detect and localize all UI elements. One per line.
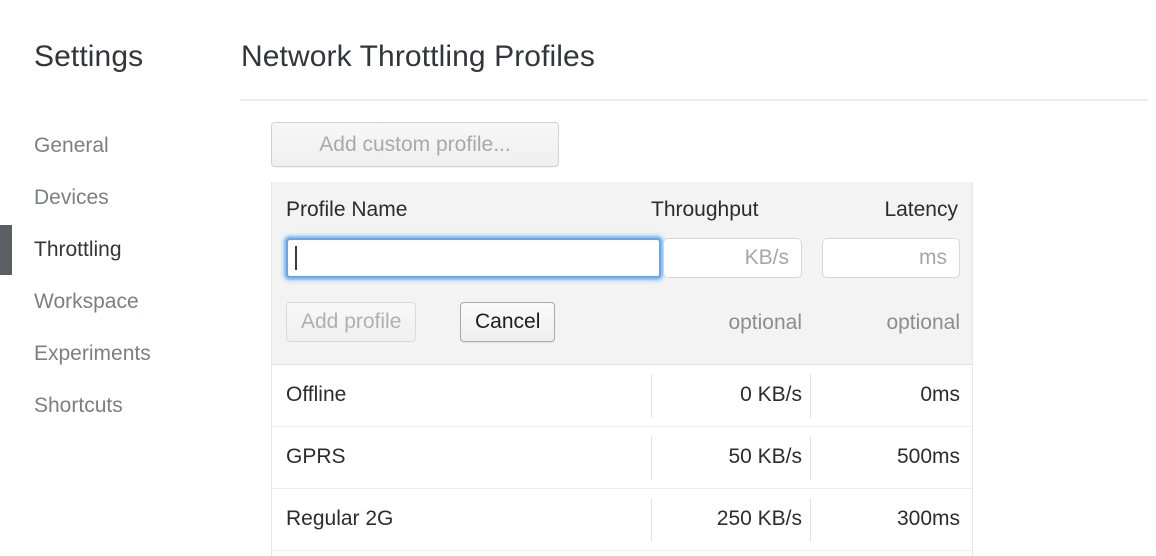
latency-input[interactable]: ms <box>822 238 960 278</box>
sidebar-item-label: General <box>34 134 109 158</box>
sidebar-item-label: Devices <box>34 186 109 210</box>
cell-profile-name: GPRS <box>286 445 346 469</box>
sidebar-item-label: Throttling <box>34 238 122 262</box>
sidebar-nav-list: General Devices Throttling Workspace Exp… <box>0 120 240 432</box>
sidebar-item-label: Experiments <box>34 342 151 366</box>
throughput-input[interactable]: KB/s <box>663 238 802 278</box>
sidebar-item-workspace[interactable]: Workspace <box>0 276 240 328</box>
settings-screen: Settings General Devices Throttling Work… <box>0 0 1156 556</box>
cell-latency: 500ms <box>816 445 960 469</box>
table-row[interactable] <box>272 551 972 556</box>
column-separator <box>810 436 811 480</box>
cell-latency: 0ms <box>816 383 960 407</box>
new-profile-input-row: KB/s ms <box>272 236 972 292</box>
throttling-profiles-table: Profile Name Throughput Latency KB/s ms … <box>271 182 973 556</box>
new-profile-editor: Profile Name Throughput Latency KB/s ms … <box>272 182 972 365</box>
text-caret <box>295 246 297 270</box>
sidebar-title: Settings <box>34 40 143 74</box>
column-separator <box>651 374 652 418</box>
cancel-button[interactable]: Cancel <box>460 302 555 342</box>
latency-optional-hint: optional <box>822 311 960 335</box>
column-header-profile-name: Profile Name <box>286 198 407 222</box>
new-profile-actions-row: Add profile Cancel optional optional <box>272 292 972 362</box>
profile-name-input[interactable] <box>286 238 661 278</box>
main-content: Network Throttling Profiles Add custom p… <box>240 0 1156 556</box>
cell-throughput: 0 KB/s <box>657 383 802 407</box>
title-divider <box>240 99 1148 101</box>
sidebar-item-throttling[interactable]: Throttling <box>0 224 240 276</box>
sidebar-item-general[interactable]: General <box>0 120 240 172</box>
throughput-optional-hint: optional <box>663 311 802 335</box>
add-profile-button[interactable]: Add profile <box>286 302 416 342</box>
cell-throughput: 50 KB/s <box>657 445 802 469</box>
active-item-indicator <box>0 225 12 275</box>
table-column-headers: Profile Name Throughput Latency <box>272 182 972 236</box>
column-separator <box>651 498 652 542</box>
sidebar-item-label: Workspace <box>34 290 139 314</box>
table-row[interactable]: Offline 0 KB/s 0ms <box>272 365 972 427</box>
table-row[interactable]: GPRS 50 KB/s 500ms <box>272 427 972 489</box>
cell-profile-name: Offline <box>286 383 346 407</box>
cell-throughput: 250 KB/s <box>657 507 802 531</box>
table-row[interactable]: Regular 2G 250 KB/s 300ms <box>272 489 972 551</box>
sidebar-item-experiments[interactable]: Experiments <box>0 328 240 380</box>
sidebar: Settings General Devices Throttling Work… <box>0 0 240 556</box>
cell-latency: 300ms <box>816 507 960 531</box>
column-separator <box>651 436 652 480</box>
add-custom-profile-button[interactable]: Add custom profile... <box>271 122 559 167</box>
sidebar-item-label: Shortcuts <box>34 394 123 418</box>
column-separator <box>810 374 811 418</box>
sidebar-item-devices[interactable]: Devices <box>0 172 240 224</box>
column-header-throughput: Throughput <box>651 198 758 222</box>
sidebar-item-shortcuts[interactable]: Shortcuts <box>0 380 240 432</box>
page-title: Network Throttling Profiles <box>241 40 595 74</box>
column-header-latency: Latency <box>884 198 958 222</box>
column-separator <box>810 498 811 542</box>
cell-profile-name: Regular 2G <box>286 507 393 531</box>
